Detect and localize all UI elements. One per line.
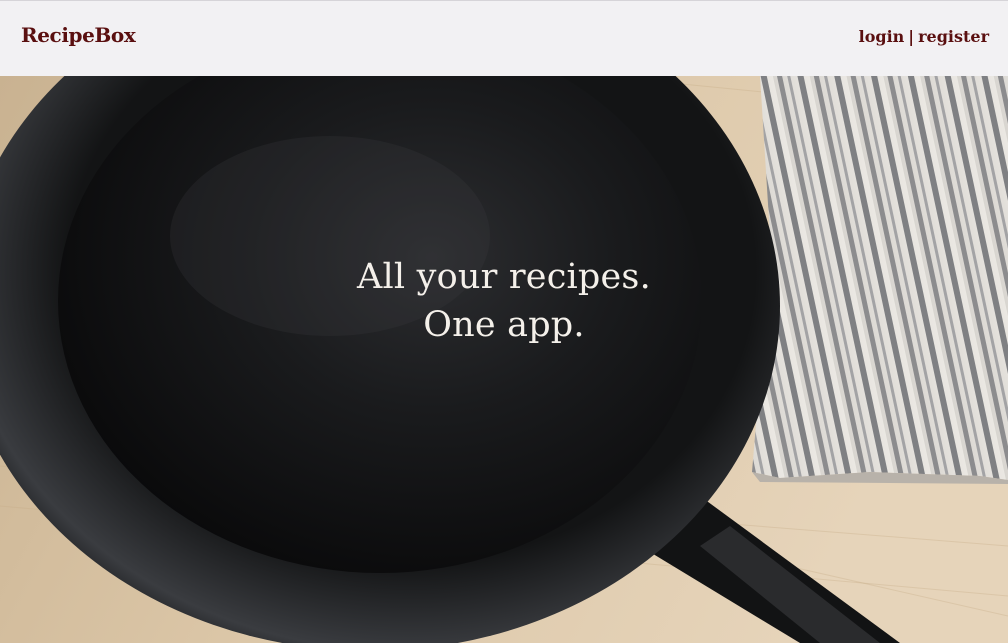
auth-links: login | register xyxy=(859,27,989,46)
login-link[interactable]: login xyxy=(859,27,905,46)
auth-separator: | xyxy=(908,27,915,46)
hero-banner: All your recipes. One app. xyxy=(0,76,1008,643)
tagline-line-2: One app. xyxy=(423,305,585,345)
brand-logo-link[interactable]: RecipeBox xyxy=(21,23,136,47)
cast-iron-skillet-image xyxy=(0,76,1008,643)
register-link[interactable]: register xyxy=(918,27,989,46)
tagline-line-1: All your recipes. xyxy=(357,257,651,297)
navbar: RecipeBox login | register xyxy=(0,0,1008,76)
hero-tagline: All your recipes. One app. xyxy=(0,253,1008,349)
